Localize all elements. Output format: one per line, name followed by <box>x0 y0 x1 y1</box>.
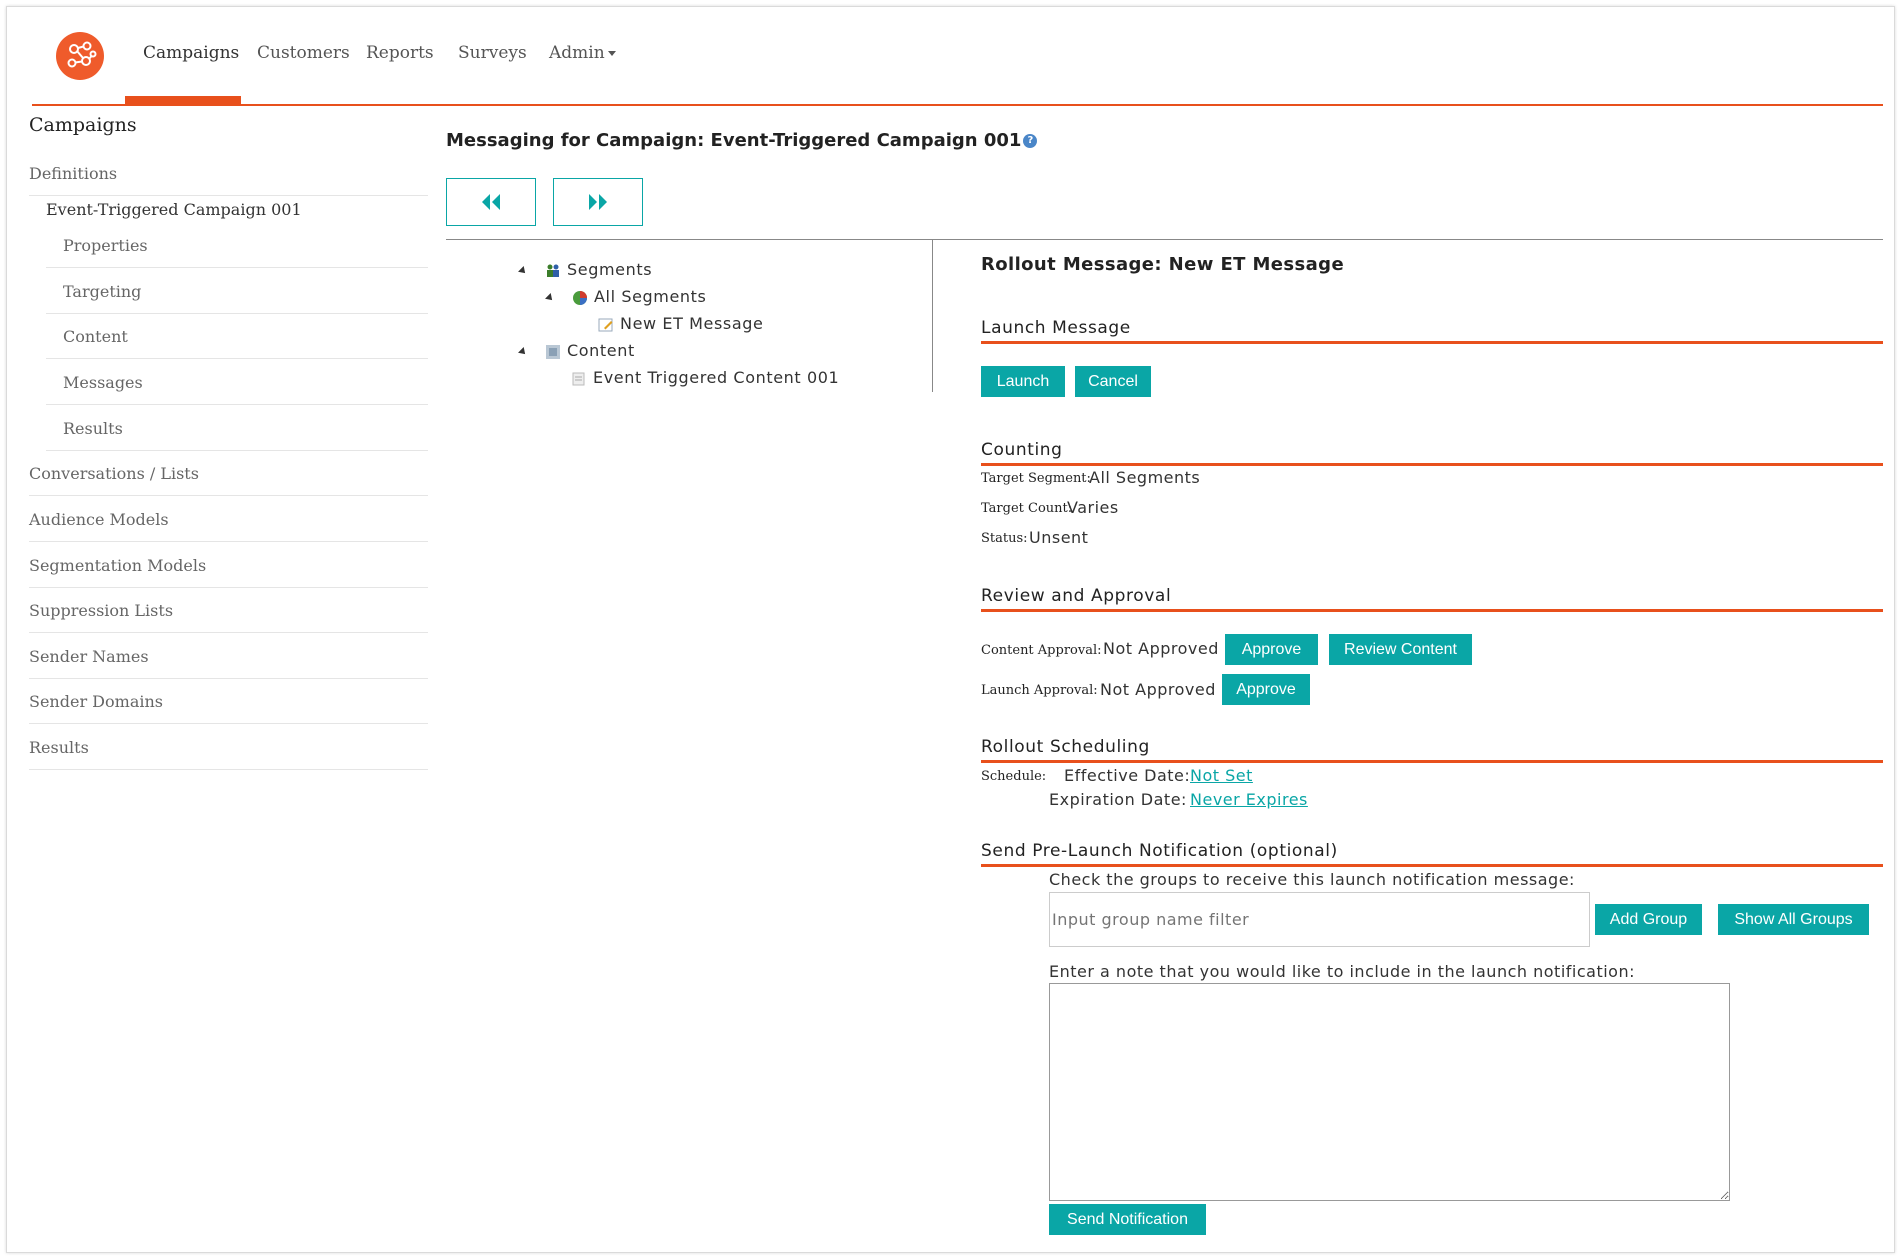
sidebar-item-conversations[interactable]: Conversations / Lists <box>29 450 428 496</box>
notification-note-textarea[interactable] <box>1049 983 1730 1201</box>
sidebar-item-targeting[interactable]: Targeting <box>46 268 428 314</box>
sidebar-item-label: Content <box>63 327 128 346</box>
sidebar-item-suppression-lists[interactable]: Suppression Lists <box>29 587 428 633</box>
active-nav-indicator <box>125 96 241 104</box>
help-icon[interactable]: ? <box>1023 134 1038 148</box>
show-all-groups-button[interactable]: Show All Groups <box>1718 904 1869 935</box>
counting-heading: Counting <box>981 440 1883 466</box>
effective-date-label: Effective Date: <box>1064 766 1191 785</box>
main-divider <box>446 239 1883 240</box>
launch-message-heading: Launch Message <box>981 318 1883 344</box>
content-approval-status: Not Approved <box>1103 639 1219 658</box>
page-title-text: Messaging for Campaign: Event-Triggered … <box>446 130 1022 151</box>
target-count-value: Varies <box>1067 498 1119 517</box>
approve-content-button[interactable]: Approve <box>1225 634 1318 665</box>
target-segment-label: Target Segment: <box>981 471 1091 486</box>
nav-reports[interactable]: Reports <box>366 43 434 63</box>
sidebar-item-label: Results <box>63 419 123 438</box>
sidebar-item-label: Sender Domains <box>29 692 163 711</box>
tree-node-content-item[interactable]: Event Triggered Content 001 <box>571 368 839 387</box>
cancel-button[interactable]: Cancel <box>1075 366 1151 397</box>
target-segment-value: All Segments <box>1089 468 1201 487</box>
brand-logo-icon[interactable] <box>56 32 104 80</box>
sidebar-item-audience-models[interactable]: Audience Models <box>29 496 428 542</box>
launch-approval-label: Launch Approval: <box>981 683 1098 698</box>
approve-launch-button[interactable]: Approve <box>1222 674 1310 705</box>
schedule-label: Schedule: <box>981 769 1047 784</box>
launch-button[interactable]: Launch <box>981 366 1065 397</box>
launch-approval-status: Not Approved <box>1100 680 1216 699</box>
caret-down-icon <box>607 51 616 56</box>
sidebar-item-label: Segmentation Models <box>29 556 207 575</box>
sidebar-item-label: Results <box>29 738 89 757</box>
nav-admin-label: Admin <box>549 43 605 63</box>
sidebar-item-sender-names[interactable]: Sender Names <box>29 633 428 679</box>
pre-launch-notification-heading: Send Pre-Launch Notification (optional) <box>981 841 1883 867</box>
expand-triangle-icon[interactable] <box>545 292 555 303</box>
expiration-date-link[interactable]: Never Expires <box>1190 790 1308 809</box>
nav-admin[interactable]: Admin <box>549 43 616 63</box>
tree-node-label: New ET Message <box>620 314 764 333</box>
sidebar-item-content[interactable]: Content <box>46 313 428 359</box>
sidebar-item-messages[interactable]: Messages <box>46 359 428 405</box>
sidebar-item-label: Suppression Lists <box>29 601 174 620</box>
sidebar-item-label: Messages <box>63 373 143 392</box>
users-icon <box>547 264 559 277</box>
expand-triangle-icon[interactable] <box>518 265 528 276</box>
tree-node-label: Segments <box>567 260 653 279</box>
double-chevron-left-icon <box>482 194 500 210</box>
send-notification-button[interactable]: Send Notification <box>1049 1204 1206 1235</box>
sidebar-item-results-sub[interactable]: Results <box>46 405 428 451</box>
sidebar-item-properties[interactable]: Properties <box>46 222 428 268</box>
group-filter-input[interactable] <box>1049 892 1590 947</box>
sidebar-item-definitions[interactable]: Definitions <box>29 150 428 196</box>
nav-campaigns[interactable]: Campaigns <box>143 43 239 63</box>
expand-triangle-icon[interactable] <box>518 346 528 357</box>
pie-chart-icon <box>573 290 587 305</box>
sidebar-item-segmentation-models[interactable]: Segmentation Models <box>29 542 428 588</box>
next-button[interactable] <box>553 178 643 226</box>
sidebar-item-label: Audience Models <box>29 510 169 529</box>
content-approval-label: Content Approval: <box>981 643 1102 658</box>
tree-node-message[interactable]: New ET Message <box>598 314 763 333</box>
tree-node-segments[interactable]: Segments <box>518 260 653 279</box>
nav-surveys[interactable]: Surveys <box>458 43 527 63</box>
add-group-button[interactable]: Add Group <box>1595 904 1702 935</box>
status-value: Unsent <box>1029 528 1089 547</box>
sidebar-item-label: Conversations / Lists <box>29 464 199 483</box>
nav-customers[interactable]: Customers <box>257 43 350 63</box>
sidebar-title: Campaigns <box>29 114 137 136</box>
tree-node-label: All Segments <box>594 287 707 306</box>
rollout-message-title: Rollout Message: New ET Message <box>981 254 1345 275</box>
sidebar-item-label: Definitions <box>29 164 118 183</box>
sidebar-item-label: Targeting <box>63 282 142 301</box>
target-count-label: Target Count: <box>981 501 1073 516</box>
previous-button[interactable] <box>446 178 536 226</box>
sidebar-item-sender-domains[interactable]: Sender Domains <box>29 678 428 724</box>
page-title: Messaging for Campaign: Event-Triggered … <box>446 130 1038 151</box>
tree-node-all-segments[interactable]: All Segments <box>545 287 707 306</box>
review-content-button[interactable]: Review Content <box>1329 634 1472 665</box>
top-navbar: Campaigns Customers Reports Surveys Admi… <box>32 7 1883 106</box>
app-frame: Campaigns Customers Reports Surveys Admi… <box>6 6 1895 1253</box>
review-approval-heading: Review and Approval <box>981 586 1883 612</box>
content-folder-icon <box>546 344 560 359</box>
message-edit-icon <box>598 318 613 331</box>
note-prompt: Enter a note that you would like to incl… <box>1049 962 1635 981</box>
tree-node-label: Content <box>567 341 635 360</box>
sidebar-item-results[interactable]: Results <box>29 724 428 770</box>
expiration-date-label: Expiration Date: <box>1049 790 1187 809</box>
double-chevron-right-icon <box>589 194 607 210</box>
tree-panel-divider <box>932 240 933 392</box>
tree-node-label: Event Triggered Content 001 <box>593 368 840 387</box>
sidebar-item-label: Event-Triggered Campaign 001 <box>46 200 302 219</box>
sidebar-item-label: Sender Names <box>29 647 149 666</box>
tree-node-content[interactable]: Content <box>518 341 635 360</box>
groups-prompt: Check the groups to receive this launch … <box>1049 870 1575 889</box>
effective-date-link[interactable]: Not Set <box>1190 766 1253 785</box>
status-label: Status: <box>981 531 1028 546</box>
rollout-scheduling-heading: Rollout Scheduling <box>981 737 1883 763</box>
sidebar-item-label: Properties <box>63 236 148 255</box>
document-icon <box>572 372 585 385</box>
